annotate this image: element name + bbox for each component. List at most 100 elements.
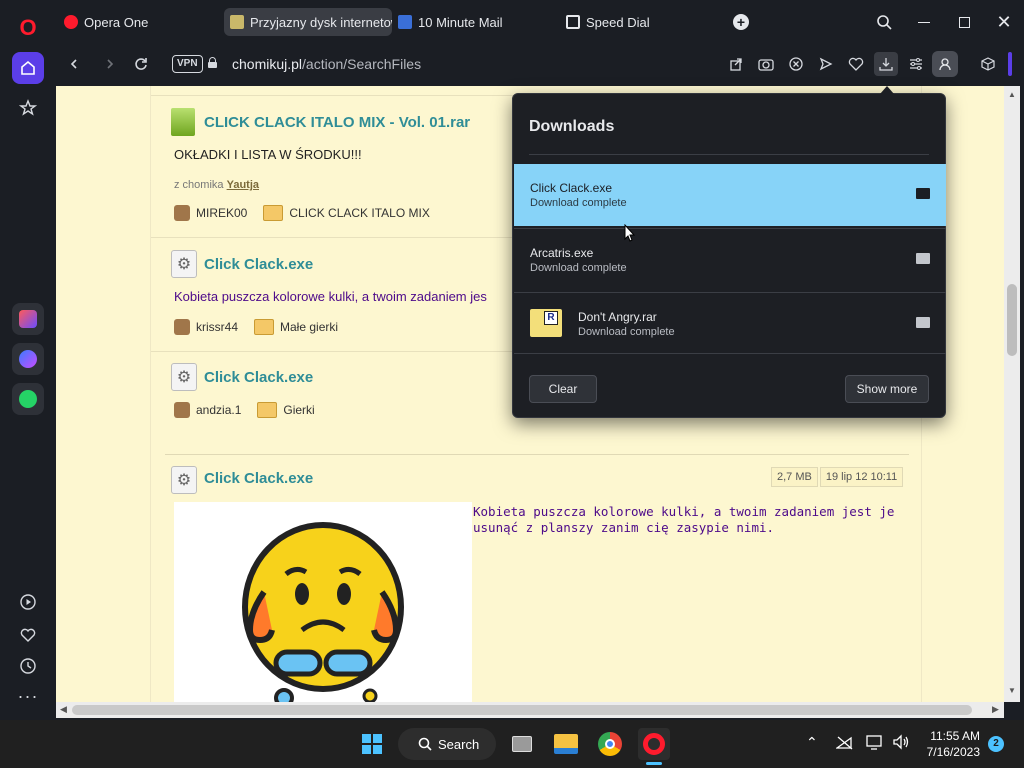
owner-link[interactable]: MIREK00 — [196, 206, 247, 220]
file-title-link[interactable]: CLICK CLACK ITALO MIX - Vol. 01.rar — [204, 114, 470, 131]
easy-setup-icon[interactable] — [904, 52, 928, 76]
opera-logo-icon[interactable]: O — [12, 12, 44, 44]
download-status: Download complete — [530, 262, 627, 274]
folder-link[interactable]: CLICK CLACK ITALO MIX — [289, 206, 429, 220]
download-item[interactable]: Click Clack.exe Download complete — [514, 164, 946, 226]
profile-icon[interactable] — [932, 51, 958, 77]
sidebar-indicator — [1008, 52, 1012, 76]
folder-link[interactable]: Gierki — [283, 403, 314, 417]
chomikuj-favicon-icon — [230, 15, 244, 29]
sidebar: O ··· — [0, 0, 56, 720]
url-path: /action/SearchFiles — [302, 56, 422, 72]
file-title-link[interactable]: Click Clack.exe — [204, 369, 313, 386]
url-field[interactable]: chomikuj.pl/action/SearchFiles — [232, 56, 421, 72]
lock-icon[interactable] — [208, 57, 217, 68]
scroll-left-arrow-icon[interactable]: ◀ — [60, 704, 67, 715]
clear-button[interactable]: Clear — [529, 375, 597, 403]
folder-link[interactable]: Małe gierki — [280, 320, 338, 334]
aria-icon[interactable] — [12, 303, 44, 335]
tab-speed-dial[interactable]: Speed Dial — [560, 8, 720, 36]
minimize-button[interactable] — [912, 10, 936, 34]
back-button[interactable] — [62, 52, 86, 76]
tab-label: Przyjazny dysk internetow — [250, 14, 392, 30]
scroll-down-arrow-icon[interactable]: ▼ — [1008, 686, 1016, 695]
speed-dial-icon — [566, 15, 580, 29]
owner-link[interactable]: andzia.1 — [196, 403, 241, 417]
opera-taskbar-icon[interactable] — [638, 728, 670, 760]
folder-icon[interactable] — [916, 253, 930, 264]
chrome-icon[interactable] — [594, 728, 626, 760]
popup-arrow — [880, 86, 894, 94]
source-line: z chomika Yautja — [174, 179, 259, 191]
scroll-up-arrow-icon[interactable]: ▲ — [1008, 90, 1016, 99]
folder-icon[interactable] — [916, 317, 930, 328]
clock-time: 11:55 AM — [930, 729, 980, 743]
file-title-link[interactable]: Click Clack.exe — [204, 256, 313, 273]
exe-file-icon: ⚙ — [171, 466, 197, 494]
vpn-badge[interactable]: VPN — [172, 55, 203, 73]
extensions-icon[interactable] — [976, 52, 1000, 76]
file-size: 2,7 MB — [771, 467, 818, 487]
tab-opera-one[interactable]: Opera One — [58, 8, 218, 36]
history-icon[interactable] — [12, 650, 44, 682]
taskbar-search[interactable]: Search — [398, 728, 496, 760]
reload-button[interactable] — [129, 52, 153, 76]
heart-icon[interactable] — [12, 619, 44, 651]
show-hidden-icons-chevron-icon[interactable]: ⌃ — [806, 734, 818, 751]
restore-button[interactable] — [952, 10, 976, 34]
bookmark-heart-icon[interactable] — [844, 52, 868, 76]
more-icon[interactable]: ··· — [12, 680, 44, 712]
clock[interactable]: 11:55 AM 7/16/2023 — [920, 728, 980, 760]
scroll-thumb[interactable] — [72, 705, 972, 715]
player-icon[interactable] — [12, 586, 44, 618]
download-item[interactable]: R Don't Angry.rar Download complete — [514, 292, 946, 354]
file-title-link[interactable]: Click Clack.exe — [204, 470, 313, 487]
horizontal-scrollbar[interactable]: ◀ ▶ — [56, 702, 1004, 718]
star-icon[interactable] — [12, 92, 44, 124]
task-view-icon[interactable] — [506, 728, 538, 760]
tab-label: Speed Dial — [586, 14, 650, 30]
sad-ball-illustration — [242, 522, 404, 702]
tab-chomikuj[interactable]: Przyjazny dysk internetow — [224, 8, 392, 36]
display-icon[interactable] — [866, 734, 884, 750]
source-user-link[interactable]: Yautja — [227, 179, 259, 191]
tab-label: Opera One — [84, 14, 149, 30]
user-avatar-icon — [174, 205, 190, 221]
home-icon[interactable] — [12, 52, 44, 84]
scroll-thumb[interactable] — [1007, 284, 1017, 356]
close-window-button[interactable]: ✕ — [992, 10, 1016, 34]
windows-logo-icon — [362, 734, 382, 754]
folder-icon[interactable] — [916, 188, 930, 199]
volume-icon[interactable] — [892, 734, 910, 750]
download-status: Download complete — [578, 326, 675, 338]
notification-badge[interactable]: 2 — [988, 736, 1004, 752]
downloads-panel: Downloads Click Clack.exe Download compl… — [512, 93, 946, 418]
forward-button[interactable] — [98, 52, 122, 76]
active-app-indicator — [646, 762, 662, 765]
show-more-button[interactable]: Show more — [845, 375, 929, 403]
game-preview-image[interactable] — [174, 502, 472, 702]
mouse-cursor-icon — [624, 224, 636, 242]
camera-icon[interactable] — [754, 52, 778, 76]
file-explorer-icon[interactable] — [550, 728, 582, 760]
download-item[interactable]: Arcatris.exe Download complete — [514, 228, 946, 290]
adblock-icon[interactable] — [784, 52, 808, 76]
search-tabs-icon[interactable] — [872, 10, 896, 34]
folder-icon — [257, 402, 278, 418]
folder-icon — [263, 205, 284, 221]
messenger-icon[interactable] — [12, 343, 44, 375]
send-icon[interactable] — [814, 52, 838, 76]
vertical-scrollbar[interactable]: ▲ ▼ — [1004, 86, 1020, 702]
start-button[interactable] — [356, 728, 388, 760]
new-tab-button[interactable]: + — [733, 14, 749, 30]
folder-icon — [254, 319, 275, 335]
whatsapp-icon[interactable] — [12, 383, 44, 415]
address-bar: VPN chomikuj.pl/action/SearchFiles — [56, 44, 1024, 84]
share-icon[interactable] — [724, 52, 748, 76]
downloads-icon[interactable] — [874, 52, 898, 76]
source-prefix: z chomika — [174, 179, 224, 191]
owner-link[interactable]: krissr44 — [196, 320, 238, 334]
tab-10-minute-mail[interactable]: 10 Minute Mail — [392, 8, 552, 36]
network-icon[interactable] — [834, 736, 854, 750]
scroll-right-arrow-icon[interactable]: ▶ — [992, 704, 999, 715]
